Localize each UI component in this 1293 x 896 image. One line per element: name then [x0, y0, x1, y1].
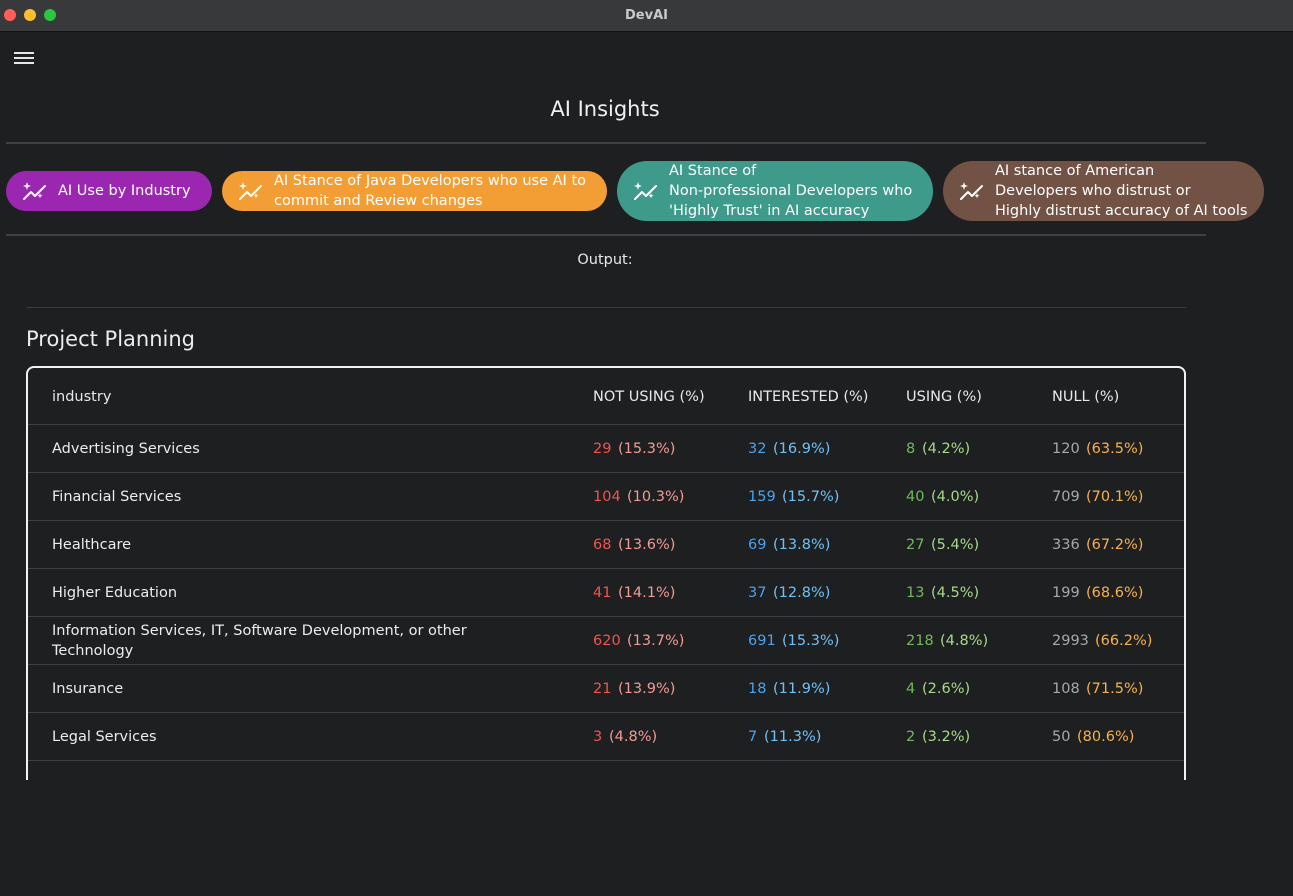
cell-null: 120 [1052, 441, 1080, 457]
chip-java-developers-stance[interactable]: AI Stance of Java Developers who use AI … [222, 171, 607, 211]
sparkle-chart-icon [634, 182, 657, 200]
cell-interested-pct: (15.7%) [782, 489, 840, 505]
cell-industry: Healthcare [52, 537, 132, 553]
cell-null-pct: (67.2%) [1086, 537, 1144, 553]
column-header-null: NULL (%) [1052, 389, 1120, 405]
table-row: Legal Services 3 (4.8%) 7 (11.3%) 2 (3.2%) 50 (8… [28, 712, 1184, 761]
cell-interested: 18 [748, 681, 767, 697]
cell-null: 709 [1052, 489, 1080, 505]
cell-not-using: 41 [593, 585, 612, 601]
divider-top [6, 142, 1206, 144]
cell-using-pct: (4.0%) [931, 489, 980, 505]
cell-interested-pct: (11.9%) [773, 681, 831, 697]
cell-industry: Legal Services [52, 729, 157, 745]
cell-using: 13 [906, 585, 925, 601]
cell-null-pct: (66.2%) [1095, 633, 1153, 649]
column-header-industry: industry [52, 389, 112, 405]
menu-icon[interactable] [14, 50, 34, 66]
cell-null-pct: (70.1%) [1086, 489, 1144, 505]
cell-using-pct: (4.5%) [931, 585, 980, 601]
window-title: DevAI [625, 8, 668, 23]
cell-using: 4 [906, 681, 916, 697]
chip-label: AI stance of American Developers who dis… [995, 163, 1248, 219]
cell-null: 199 [1052, 585, 1080, 601]
sparkle-chart-icon [960, 182, 983, 200]
cell-not-using-pct: (15.3%) [618, 441, 676, 457]
column-header-not-using: NOT USING (%) [593, 389, 705, 405]
cell-interested-pct: (12.8%) [773, 585, 831, 601]
cell-not-using-pct: (4.8%) [609, 729, 658, 745]
cell-using: 40 [906, 489, 925, 505]
chip-label: AI Stance of Java Developers who use AI … [274, 173, 586, 209]
table-row: Financial Services 104 (10.3%) 159 (15.7%) 40… [28, 472, 1184, 521]
table-row: Insurance 21 (13.9%) 18 (11.9%) 4 (2.6%) 108 (71… [28, 664, 1184, 713]
cell-industry: Higher Education [52, 585, 178, 601]
cell-null: 108 [1052, 681, 1080, 697]
page-title: AI Insights [550, 97, 660, 121]
cell-null-pct: (71.5%) [1086, 681, 1144, 697]
cell-using-pct: (5.4%) [931, 537, 980, 553]
cell-interested: 691 [748, 633, 776, 649]
table-row-partial [28, 760, 1184, 780]
column-header-using: USING (%) [906, 389, 982, 405]
cell-using: 2 [906, 729, 916, 745]
cell-not-using-pct: (13.7%) [627, 633, 685, 649]
cell-using: 8 [906, 441, 916, 457]
table-row: Healthcare 68 (13.6%) 69 (13.8%) 27 (5.4%) 336 (… [28, 520, 1184, 569]
cell-interested-pct: (13.8%) [773, 537, 831, 553]
cell-null-pct: (80.6%) [1077, 729, 1135, 745]
chip-label: AI Use by Industry [58, 183, 191, 199]
cell-interested: 32 [748, 441, 767, 457]
cell-using-pct: (3.2%) [922, 729, 971, 745]
cell-not-using-pct: (13.6%) [618, 537, 676, 553]
sparkle-chart-icon [239, 182, 262, 200]
cell-interested: 159 [748, 489, 776, 505]
cell-not-using-pct: (13.9%) [618, 681, 676, 697]
cell-not-using-pct: (14.1%) [618, 585, 676, 601]
cell-using: 27 [906, 537, 925, 553]
cell-industry: Financial Services [52, 489, 182, 505]
table-header-row: industry NOT USING (%) INTERESTED (%) US… [28, 368, 1184, 424]
cell-interested-pct: (15.3%) [782, 633, 840, 649]
cell-not-using: 3 [593, 729, 603, 745]
cell-null: 336 [1052, 537, 1080, 553]
cell-not-using: 21 [593, 681, 612, 697]
chip-american-developers-distrust[interactable]: AI stance of American Developers who dis… [943, 161, 1264, 221]
chip-non-professional-developers-stance[interactable]: AI Stance of Non-professional Developers… [617, 161, 933, 221]
cell-not-using: 29 [593, 441, 612, 457]
cell-industry: Information Services, IT, Software Devel… [52, 623, 467, 659]
cell-not-using: 104 [593, 489, 621, 505]
table-row: Advertising Services 29 (15.3%) 32 (16.9%) 8 (… [28, 424, 1184, 473]
cell-using-pct: (4.8%) [940, 633, 989, 649]
table-row: Higher Education 41 (14.1%) 37 (12.8%) 13 (4.5… [28, 568, 1184, 617]
cell-null-pct: (68.6%) [1086, 585, 1144, 601]
cell-using: 218 [906, 633, 934, 649]
cell-null: 50 [1052, 729, 1071, 745]
divider-output [26, 307, 1186, 308]
section-title: Project Planning [26, 327, 195, 351]
cell-interested: 37 [748, 585, 767, 601]
output-label: Output: [577, 252, 633, 268]
cell-interested: 7 [748, 729, 758, 745]
chip-label: AI Stance of Non-professional Developers… [669, 163, 913, 219]
cell-interested: 69 [748, 537, 767, 553]
chip-ai-use-by-industry[interactable]: AI Use by Industry [6, 171, 212, 211]
cell-industry: Advertising Services [52, 441, 200, 457]
cell-not-using-pct: (10.3%) [627, 489, 685, 505]
cell-not-using: 620 [593, 633, 621, 649]
divider-bottom [6, 234, 1206, 236]
cell-industry: Insurance [52, 681, 124, 697]
table-row: Information Services, IT, Software Devel… [28, 616, 1184, 665]
cell-null: 2993 [1052, 633, 1089, 649]
cell-interested-pct: (11.3%) [764, 729, 822, 745]
cell-interested-pct: (16.9%) [773, 441, 831, 457]
cell-null-pct: (63.5%) [1086, 441, 1144, 457]
cell-using-pct: (4.2%) [922, 441, 971, 457]
results-table[interactable]: industry NOT USING (%) INTERESTED (%) US… [26, 366, 1186, 780]
cell-using-pct: (2.6%) [922, 681, 971, 697]
column-header-interested: INTERESTED (%) [748, 389, 869, 405]
sparkle-chart-icon [23, 182, 46, 200]
cell-not-using: 68 [593, 537, 612, 553]
window-titlebar: DevAI [0, 0, 1293, 32]
